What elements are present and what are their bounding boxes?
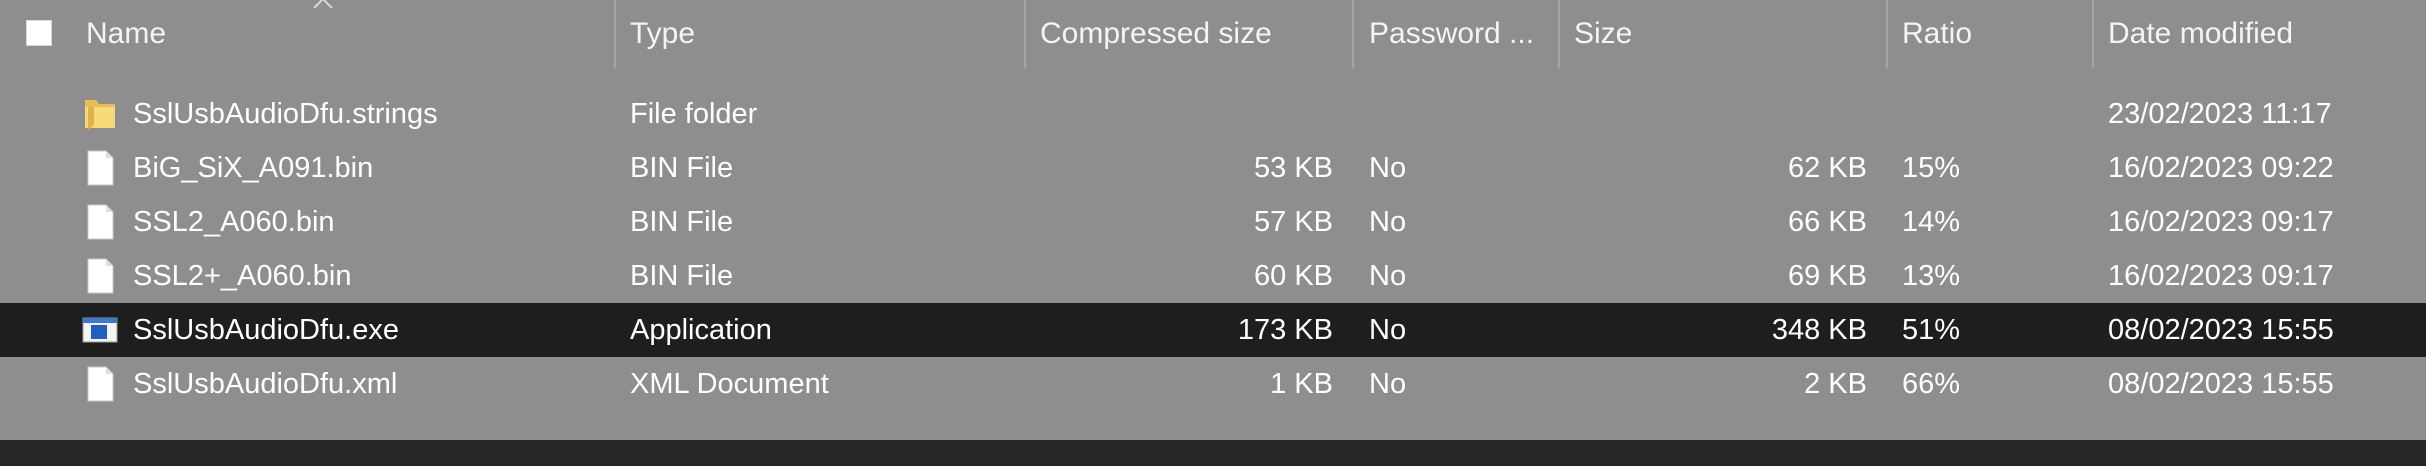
file-icon (82, 149, 118, 187)
file-row[interactable]: SslUsbAudioDfu.strings File folder 23/02/2… (0, 87, 2426, 141)
file-icon (82, 203, 118, 241)
compressed-size-cell: 57 KB (1254, 206, 1333, 238)
ratio-cell: 14% (1902, 206, 1961, 238)
column-header-password[interactable]: Password ... (1369, 0, 1559, 70)
folder-icon (82, 95, 118, 133)
bottom-bar (0, 440, 2426, 466)
password-cell: No (1369, 206, 1407, 238)
file-row[interactable]: SslUsbAudioDfu.xml XML Document 1 KB No 2 KB… (0, 357, 2426, 411)
file-name: SslUsbAudioDfu.xml (133, 368, 398, 400)
file-name: SslUsbAudioDfu.exe (133, 314, 399, 346)
date-modified-cell: 16/02/2023 09:17 (2108, 260, 2334, 292)
type-cell: BIN File (630, 206, 734, 238)
file-row[interactable]: SSL2_A060.bin BIN File 57 KB No 66 KB 14% 16/0… (0, 195, 2426, 249)
column-header-compressed-size[interactable]: Compressed size (1040, 0, 1346, 70)
compressed-size-cell: 53 KB (1254, 152, 1333, 184)
type-cell: BIN File (630, 152, 734, 184)
size-cell: 66 KB (1788, 206, 1867, 238)
column-divider[interactable] (1352, 0, 1354, 68)
column-header-row: Name Type Compressed size Password ... S… (0, 0, 2426, 70)
column-header-size[interactable]: Size (1574, 0, 1874, 70)
file-name: SslUsbAudioDfu.strings (133, 98, 438, 130)
size-cell: 69 KB (1788, 260, 1867, 292)
file-name: BiG_SiX_A091.bin (133, 152, 374, 184)
size-cell (1574, 87, 1867, 141)
type-cell: File folder (630, 98, 758, 130)
file-name: SSL2+_A060.bin (133, 260, 352, 292)
type-cell: BIN File (630, 260, 734, 292)
ratio-cell (1902, 87, 2082, 141)
file-row[interactable]: BiG_SiX_A091.bin BIN File 53 KB No 62 KB 15% 1… (0, 141, 2426, 195)
date-modified-cell: 08/02/2023 15:55 (2108, 368, 2334, 400)
column-divider[interactable] (1558, 0, 1560, 68)
compressed-size-cell: 1 KB (1270, 368, 1333, 400)
type-cell: Application (630, 314, 772, 346)
column-header-ratio[interactable]: Ratio (1902, 0, 2082, 70)
ratio-cell: 66% (1902, 368, 1961, 400)
compressed-size-cell: 173 KB (1237, 314, 1333, 346)
type-cell: XML Document (630, 368, 829, 400)
password-cell: No (1369, 368, 1407, 400)
column-header-date-modified[interactable]: Date modified (2108, 0, 2408, 70)
column-header-name[interactable]: Name (86, 0, 606, 70)
compressed-size-cell (1040, 87, 1333, 141)
compressed-size-cell: 60 KB (1254, 260, 1333, 292)
ratio-cell: 13% (1902, 260, 1961, 292)
password-cell: No (1369, 314, 1407, 346)
size-cell: 348 KB (1771, 314, 1867, 346)
password-cell (1369, 87, 1549, 141)
column-divider[interactable] (1886, 0, 1888, 68)
date-modified-cell: 16/02/2023 09:22 (2108, 152, 2334, 184)
column-divider[interactable] (614, 0, 616, 68)
date-modified-cell: 08/02/2023 15:55 (2108, 314, 2334, 346)
file-list-pane: Name Type Compressed size Password ... S… (0, 0, 2426, 440)
file-name: SSL2_A060.bin (133, 206, 335, 238)
file-list: SslUsbAudioDfu.strings File folder 23/02/2… (0, 87, 2426, 411)
password-cell: No (1369, 152, 1407, 184)
ratio-cell: 51% (1902, 314, 1961, 346)
file-row[interactable]: SslUsbAudioDfu.exe Application 173 KB No 348… (0, 303, 2426, 357)
application-icon (82, 311, 118, 349)
ratio-cell: 15% (1902, 152, 1961, 184)
file-icon (82, 365, 118, 403)
column-divider[interactable] (2092, 0, 2094, 68)
column-header-type[interactable]: Type (630, 0, 1020, 70)
file-row[interactable]: SSL2+_A060.bin BIN File 60 KB No 69 KB 13% 16/… (0, 249, 2426, 303)
size-cell: 2 KB (1804, 368, 1867, 400)
file-icon (82, 257, 118, 295)
column-divider[interactable] (1024, 0, 1026, 68)
password-cell: No (1369, 260, 1407, 292)
date-modified-cell: 23/02/2023 11:17 (2108, 98, 2332, 130)
size-cell: 62 KB (1788, 152, 1867, 184)
select-all-checkbox[interactable] (26, 20, 52, 46)
date-modified-cell: 16/02/2023 09:17 (2108, 206, 2334, 238)
